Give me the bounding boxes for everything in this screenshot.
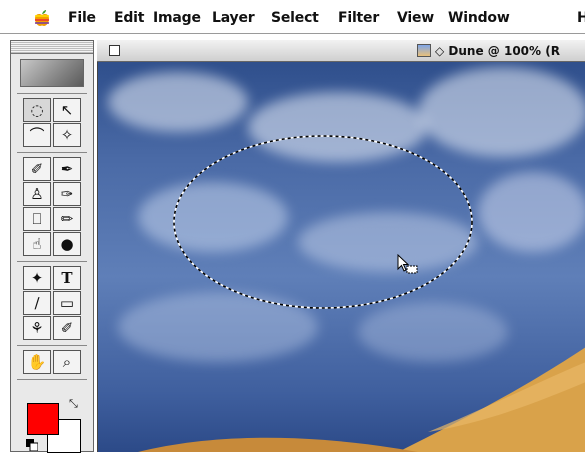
blur-tool-button[interactable]: ☝ — [23, 232, 51, 256]
zoom-tool-icon: ⌕ — [62, 352, 72, 371]
canvas-overlay — [138, 135, 585, 452]
close-box-icon[interactable] — [109, 45, 120, 56]
blur-tool-icon: ☝ — [32, 234, 42, 253]
image-canvas[interactable] — [97, 62, 585, 452]
apple-menu-icon[interactable] — [33, 9, 51, 27]
menu-layer[interactable]: Layer — [212, 10, 255, 26]
marquee-tool-icon: ◌ — [30, 100, 44, 119]
menu-filter[interactable]: Filter — [338, 10, 379, 26]
swap-colors-icon[interactable]: ⤡ — [69, 397, 78, 411]
zoom-tool-button[interactable]: ⌕ — [53, 350, 81, 374]
burn-tool-icon: ● — [60, 234, 74, 253]
paintbrush-tool-icon: ✒ — [60, 159, 74, 178]
pen-tool-button[interactable]: ✦ — [23, 266, 51, 290]
menu-bar: File Edit Image Layer Select Filter View… — [0, 0, 585, 34]
menu-view[interactable]: View — [397, 10, 434, 26]
elliptical-selection[interactable] — [173, 135, 473, 309]
menu-window[interactable]: Window — [448, 10, 510, 26]
toolbox-divider — [17, 345, 87, 346]
toolbox-title-bar[interactable] — [11, 41, 93, 54]
move-tool-icon: ↖ — [60, 100, 74, 119]
document-title: ◇ Dune @ 100% (R — [435, 44, 560, 58]
foreground-color-swatch[interactable] — [27, 403, 59, 435]
measure-tool-icon: ∕ — [34, 293, 40, 312]
airbrush-tool-button[interactable]: ✐ — [23, 157, 51, 181]
history-brush-tool-button[interactable]: ✑ — [53, 182, 81, 206]
elliptical-selection-ants — [173, 135, 473, 309]
sand-dune — [138, 437, 418, 452]
toolbox-divider — [17, 152, 87, 153]
toolbox-palette: ◌ ↖ ⌒ ✧ ✐ ✒ ♙ ✑ ⎕ ✏ ☝ ● ✦ T ∕ ▭ ⚘ ✐ ✋ ⌕ … — [10, 40, 94, 453]
menu-image[interactable]: Image — [153, 10, 201, 26]
menu-file[interactable]: File — [68, 10, 96, 26]
magic-wand-tool-button[interactable]: ✧ — [53, 123, 81, 147]
sand-dune — [398, 347, 585, 452]
eraser-tool-icon: ⎕ — [32, 209, 42, 228]
toolbox-divider — [17, 379, 87, 380]
type-tool-button[interactable]: T — [53, 266, 81, 290]
lasso-tool-button[interactable]: ⌒ — [23, 123, 51, 147]
paintbrush-tool-button[interactable]: ✒ — [53, 157, 81, 181]
airbrush-tool-icon: ✐ — [30, 159, 44, 178]
move-selection-cursor-icon — [397, 253, 418, 274]
rubber-stamp-tool-button[interactable]: ♙ — [23, 182, 51, 206]
pencil-tool-icon: ✏ — [60, 209, 74, 228]
paint-bucket-tool-button[interactable]: ⚘ — [23, 316, 51, 340]
pen-tool-icon: ✦ — [30, 268, 44, 287]
history-brush-tool-icon: ✑ — [60, 184, 74, 203]
magic-wand-tool-icon: ✧ — [60, 125, 74, 144]
document-window: ◇ Dune @ 100% (R — [97, 40, 585, 452]
pencil-tool-button[interactable]: ✏ — [53, 207, 81, 231]
document-title-text: Dune @ 100% (R — [448, 44, 560, 58]
gradient-tool-icon: ▭ — [59, 293, 75, 312]
toolbox-divider — [17, 261, 87, 262]
eraser-tool-button[interactable]: ⎕ — [23, 207, 51, 231]
eyedropper-tool-button[interactable]: ✐ — [53, 316, 81, 340]
type-tool-icon: T — [61, 268, 73, 287]
image-file-icon — [417, 44, 431, 57]
toolbox-divider — [17, 93, 87, 94]
marquee-tool-button[interactable]: ◌ — [23, 98, 51, 122]
menu-edit[interactable]: Edit — [114, 10, 144, 26]
eyedropper-tool-icon: ✐ — [60, 318, 74, 337]
default-colors-icon[interactable] — [26, 439, 38, 451]
move-tool-button[interactable]: ↖ — [53, 98, 81, 122]
lasso-tool-icon: ⌒ — [29, 125, 45, 144]
measure-tool-button[interactable]: ∕ — [23, 291, 51, 315]
photoshop-logo-icon[interactable] — [20, 59, 84, 87]
gradient-tool-button[interactable]: ▭ — [53, 291, 81, 315]
menu-select[interactable]: Select — [271, 10, 319, 26]
rubber-stamp-tool-icon: ♙ — [30, 184, 44, 203]
hand-tool-button[interactable]: ✋ — [23, 350, 51, 374]
document-title-symbol: ◇ — [435, 44, 445, 58]
menu-help[interactable]: H — [577, 10, 585, 26]
hand-tool-icon: ✋ — [27, 352, 47, 371]
burn-tool-button[interactable]: ● — [53, 232, 81, 256]
document-title-bar[interactable]: ◇ Dune @ 100% (R — [97, 40, 585, 62]
paint-bucket-tool-icon: ⚘ — [30, 318, 44, 337]
